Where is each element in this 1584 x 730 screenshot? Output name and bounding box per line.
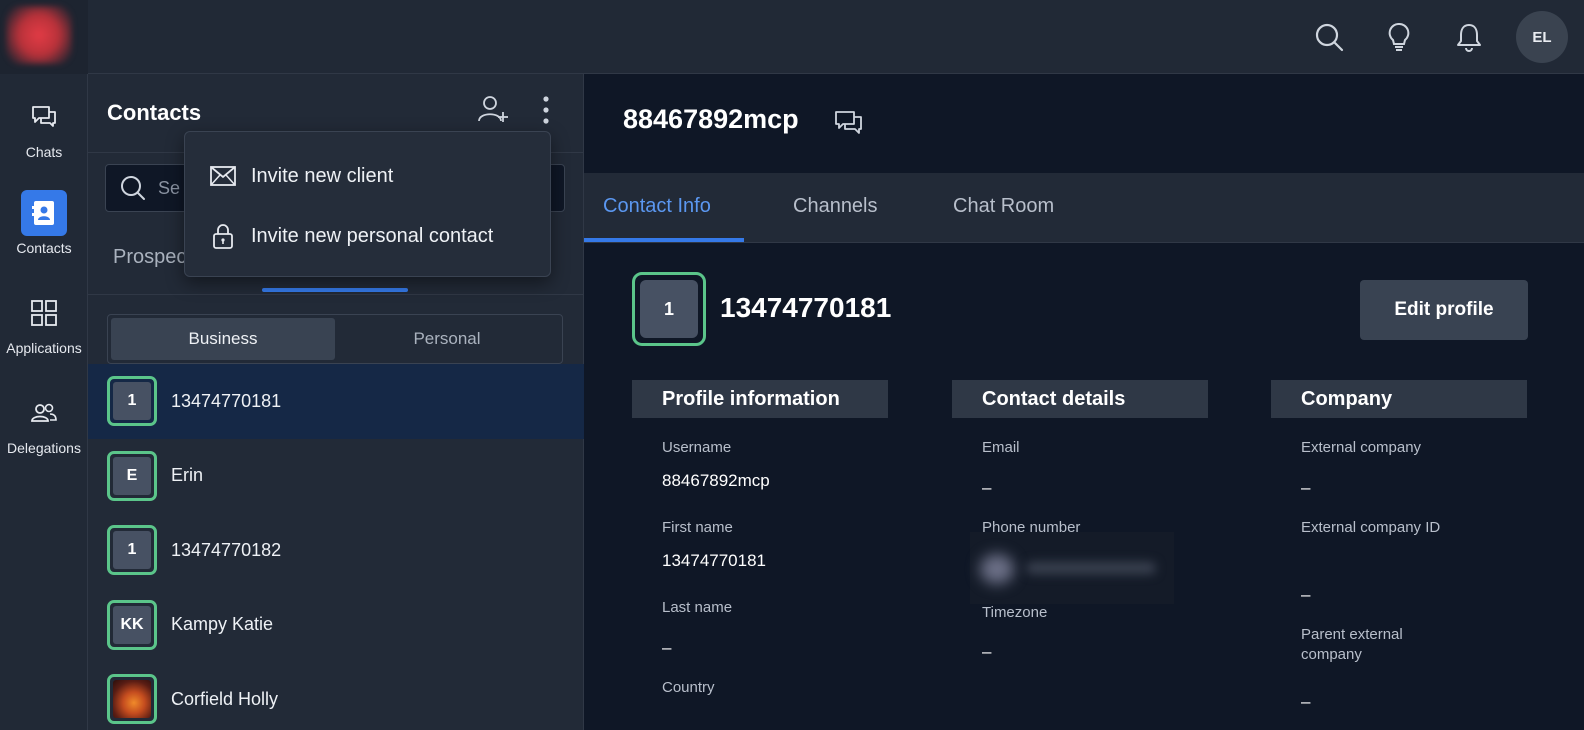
app-logo[interactable] [0, 0, 88, 74]
chat-icon [21, 94, 67, 140]
grid-icon [21, 290, 67, 336]
field-label-external-company: External company [1301, 439, 1422, 456]
contact-detail-panel: 88467892mcp Contact Info Channels Chat R… [584, 74, 1584, 730]
search-icon [121, 176, 145, 200]
field-label-parent-external-company: Parent external company [1301, 626, 1403, 663]
nav-item-delegations[interactable]: Delegations [0, 390, 88, 456]
business-personal-toggle: Business Personal [107, 314, 563, 364]
contacts-title: Contacts [107, 100, 202, 125]
left-nav: Chats Contacts Applications Delegations [0, 74, 88, 730]
menu-item-invite-client[interactable]: Invite new client [209, 161, 393, 191]
avatar: KK [107, 599, 157, 650]
field-label-email: Email [982, 439, 1020, 456]
segment-personal[interactable]: Personal [335, 318, 559, 360]
detail-tabs: Contact Info Channels Chat Room [584, 173, 1584, 243]
lock-icon [209, 222, 237, 250]
contact-name: Erin [171, 465, 204, 486]
add-user-icon [478, 96, 508, 122]
avatar: 1 [107, 525, 157, 576]
avatar: 1 [632, 272, 706, 346]
contact-name: 13474770181 [720, 292, 892, 323]
contact-name: 13474770182 [171, 539, 282, 560]
detail-title: 88467892mcp [623, 104, 799, 134]
tab-contact-info[interactable]: Contact Info [603, 195, 711, 218]
nav-label-chats: Chats [25, 144, 63, 160]
nav-label-applications: Applications [6, 340, 82, 356]
search-placeholder: Se [158, 177, 181, 198]
tab-chat-room[interactable]: Chat Room [953, 195, 1054, 218]
contact-row[interactable]: KK Kampy Katie [88, 588, 584, 663]
users-icon [21, 390, 67, 436]
segment-business[interactable]: Business [111, 318, 335, 360]
active-tab-indicator [262, 288, 408, 292]
avatar: E [107, 450, 157, 501]
field-label-external-company-id: External company ID [1301, 519, 1441, 536]
field-value-parent-external-company: – [1301, 692, 1311, 711]
section-contact-details: Contact details [952, 380, 1208, 418]
avatar: 1 [107, 376, 157, 427]
search-icon[interactable] [1294, 0, 1364, 74]
edit-profile-button[interactable]: Edit profile [1360, 280, 1528, 340]
lightbulb-icon[interactable] [1364, 0, 1434, 74]
nav-label-contacts: Contacts [16, 240, 72, 256]
menu-item-invite-personal[interactable]: Invite new personal contact [209, 221, 493, 251]
contact-name: 13474770181 [171, 390, 282, 411]
user-avatar[interactable]: EL [1516, 11, 1568, 63]
contacts-icon [21, 190, 67, 236]
field-label-first-name: First name [662, 519, 733, 536]
section-company: Company [1271, 380, 1527, 418]
phone-number-redacted [970, 532, 1174, 604]
active-tab-indicator [584, 238, 744, 242]
contact-row[interactable]: Corfield Holly [88, 662, 584, 730]
nav-item-contacts[interactable]: Contacts [0, 190, 88, 256]
avatar-photo [107, 674, 157, 725]
field-value-first-name: 13474770181 [662, 551, 767, 570]
contact-list: 1 13474770181 E Erin 1 13474770182 KK Ka… [88, 364, 584, 730]
field-value-timezone: – [982, 642, 992, 661]
nav-label-delegations: Delegations [7, 440, 81, 456]
nav-item-applications[interactable]: Applications [0, 290, 88, 356]
contact-row[interactable]: 1 13474770182 [88, 513, 584, 588]
field-label-username: Username [662, 439, 732, 456]
add-contact-menu: Invite new client Invite new personal co… [184, 131, 551, 277]
nav-item-chats[interactable]: Chats [0, 94, 88, 160]
field-label-timezone: Timezone [982, 604, 1048, 621]
field-value-email: – [982, 478, 992, 497]
envelope-icon [209, 162, 237, 190]
more-vertical-icon [543, 96, 549, 124]
field-value-external-company: – [1301, 478, 1311, 497]
tab-channels[interactable]: Channels [793, 195, 878, 218]
tab-prospects[interactable]: Prospec [113, 246, 186, 269]
field-value-external-company-id: – [1301, 585, 1311, 604]
field-value-last-name: – [662, 638, 672, 657]
contact-row[interactable]: 1 13474770181 [88, 364, 584, 439]
contact-row[interactable]: E Erin [88, 439, 584, 514]
field-label-country: Country [662, 679, 715, 696]
bell-icon[interactable] [1434, 0, 1504, 74]
add-contact-button[interactable] [476, 92, 510, 126]
more-options-button[interactable] [528, 92, 564, 128]
section-profile-information: Profile information [632, 380, 888, 418]
top-bar: EL [0, 0, 1584, 74]
contact-name: Kampy Katie [171, 614, 274, 635]
field-label-last-name: Last name [662, 599, 733, 616]
field-value-username: 88467892mcp [662, 471, 770, 490]
menu-label: Invite new client [251, 164, 394, 187]
contact-name: Corfield Holly [171, 688, 279, 709]
open-chat-button[interactable] [832, 106, 866, 140]
menu-label: Invite new personal contact [251, 224, 494, 247]
chat-icon [835, 111, 862, 134]
